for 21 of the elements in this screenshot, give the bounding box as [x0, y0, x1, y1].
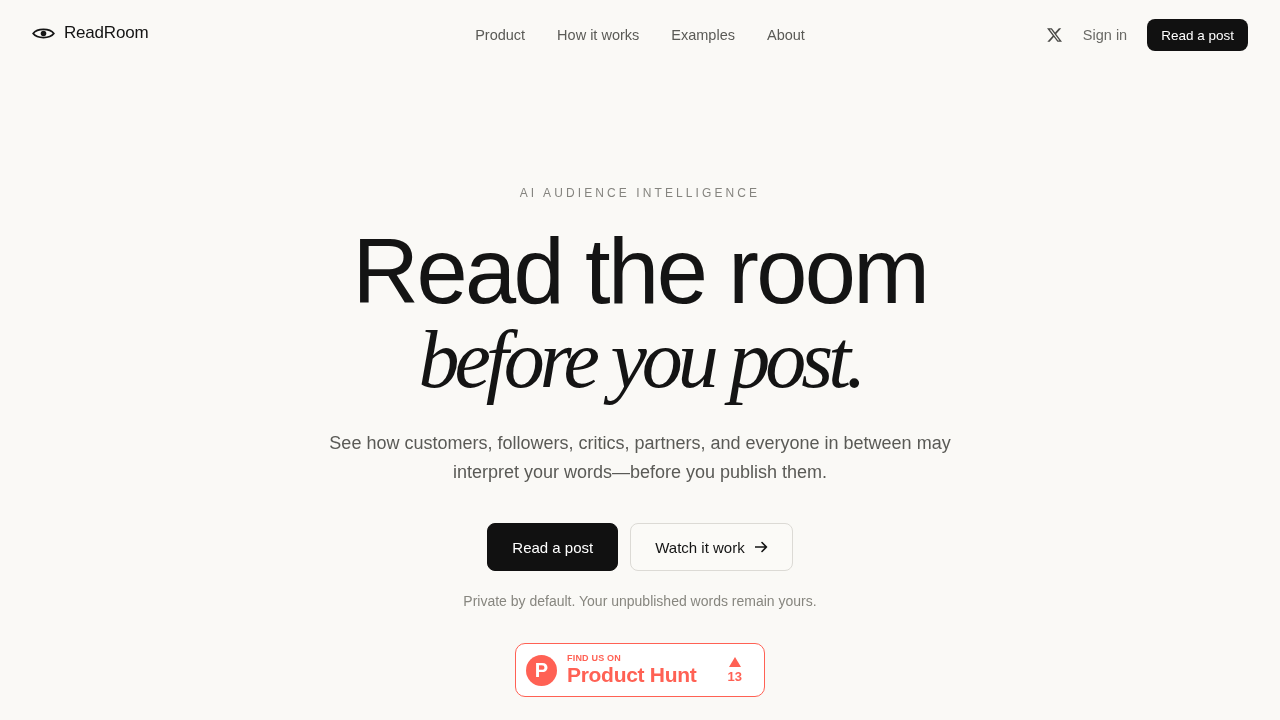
upvote-count: 13 [727, 669, 742, 684]
triangle-up-icon [728, 656, 741, 667]
hero-description: See how customers, followers, critics, partners, and everyone in between may interpret your words—before you publish them. [328, 432, 952, 484]
badge-eyebrow: FIND US ON [567, 653, 621, 663]
watch-button[interactable]: Watch it work [630, 523, 793, 571]
read-post-button[interactable]: Read a post [487, 523, 619, 571]
nav-link[interactable]: About [766, 27, 805, 43]
read-post-button[interactable]: Read a post [1147, 19, 1248, 51]
eyebrow-label: AI AUDIENCE INTELLIGENCE [519, 185, 761, 201]
brand-logo-link[interactable]: ReadRoom [32, 23, 149, 43]
eye-icon [32, 26, 55, 40]
sign-in-link[interactable]: Sign in [1082, 27, 1128, 43]
badge-logo: P [526, 654, 557, 686]
arrow-right-icon [754, 541, 768, 553]
badge-title: Product Hunt [567, 663, 697, 687]
nav-link[interactable]: Examples [671, 27, 735, 43]
headline: Read the room [352, 225, 928, 317]
nav-link[interactable]: Product [475, 27, 526, 43]
privacy-note: Private by default. Your unpublished words remain yours. [463, 592, 817, 611]
nav-link[interactable]: How it works [557, 27, 640, 43]
x-logo-icon[interactable] [1046, 28, 1062, 42]
